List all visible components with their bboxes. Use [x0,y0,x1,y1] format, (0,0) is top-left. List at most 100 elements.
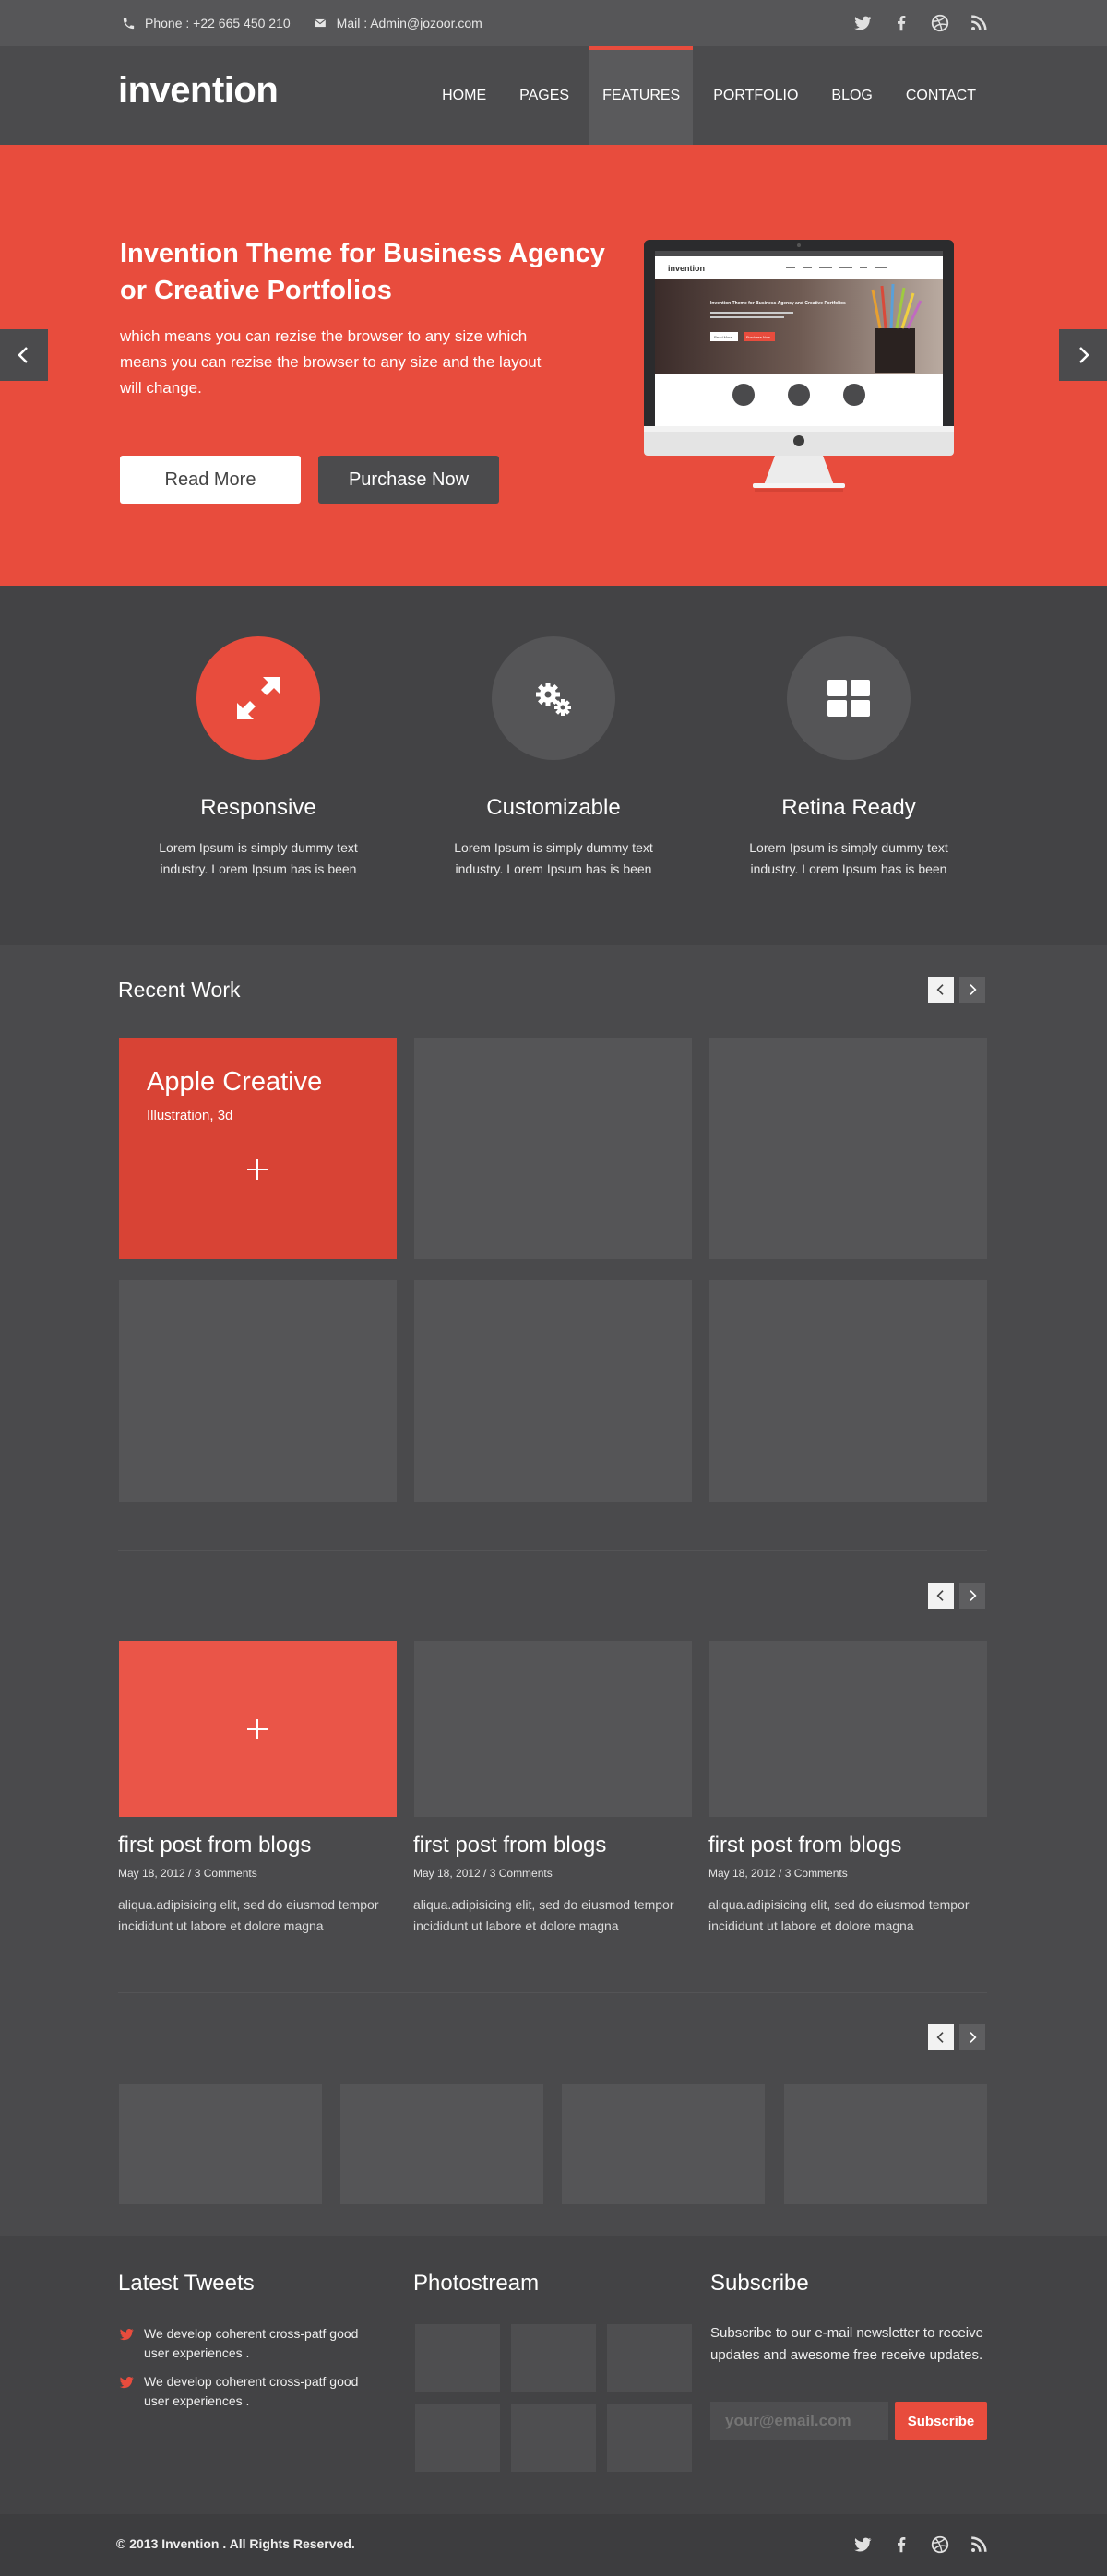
features-section: Responsive Lorem Ipsum is simply dummy t… [0,586,1107,945]
feature-text: Lorem Ipsum is simply dummy text industr… [159,840,358,876]
nav-features[interactable]: FEATURES [589,46,694,145]
footer-social-links [852,2534,989,2555]
twitter-icon[interactable] [852,2534,873,2555]
nav-home[interactable]: HOME [429,46,499,145]
feature-responsive: Responsive Lorem Ipsum is simply dummy t… [111,636,406,880]
slider-next-button[interactable] [1059,329,1107,381]
next-button[interactable] [959,977,985,1003]
work-item-featured[interactable]: Apple Creative Illustration, 3d [119,1038,397,1259]
rss-icon[interactable] [969,2534,989,2555]
slider-prev-button[interactable] [0,329,48,381]
prev-button[interactable] [928,977,954,1003]
photo-thumb[interactable] [607,2404,692,2472]
rss-icon[interactable] [969,13,989,33]
chevron-left-icon [934,982,948,997]
chevron-right-icon [1072,344,1094,366]
post-thumbnail[interactable] [414,1641,692,1817]
top-bar: Phone : +22 665 450 210 Mail : Admin@joz… [0,0,1107,46]
section-divider [118,1992,987,1993]
subscribe-button[interactable]: Subscribe [895,2402,987,2440]
feature-title: Customizable [486,795,621,820]
post-meta: May 18, 2012 / 3 Comments [118,1867,257,1880]
monitor-illustration: invention Invention Theme for Business A… [644,240,954,492]
nav-pages[interactable]: PAGES [506,46,582,145]
grid-icon [827,680,870,717]
feature-title: Responsive [200,795,316,820]
blog-pager [928,1583,985,1609]
work-item-category: Illustration, 3d [147,1108,233,1123]
plus-icon[interactable] [246,1718,268,1740]
client-logo[interactable] [119,2084,322,2204]
post-excerpt: aliqua.adipisicing elit, sed do eiusmod … [413,1897,674,1933]
section-divider [118,1550,987,1551]
tweet-text[interactable]: We develop coherent cross-patf good user… [144,2324,376,2363]
post-meta: May 18, 2012 / 3 Comments [708,1867,848,1880]
photo-thumb[interactable] [415,2404,500,2472]
twitter-bird-icon [118,2326,135,2343]
monitor-purchase: Purchase Now [746,335,770,339]
copyright-text: © 2013 Invention . All Rights Reserved. [116,2536,355,2551]
post-excerpt: aliqua.adipisicing elit, sed do eiusmod … [118,1897,379,1933]
work-item[interactable] [119,1280,397,1502]
site-logo[interactable]: invention [118,70,279,112]
work-item[interactable] [414,1280,692,1502]
photo-thumb[interactable] [511,2404,596,2472]
nav-contact[interactable]: CONTACT [893,46,989,145]
chevron-left-icon [934,1588,948,1603]
post-thumbnail[interactable] [709,1641,987,1817]
photostream-title: Photostream [413,2271,540,2296]
tweet-text[interactable]: We develop coherent cross-patf good user… [144,2372,376,2411]
email-input[interactable] [710,2402,888,2440]
recent-work-title: Recent Work [118,978,241,1002]
post-title[interactable]: first post from blogs [413,1833,606,1858]
chevron-left-icon [934,2030,948,2045]
prev-button[interactable] [928,2024,954,2050]
feature-icon-circle [787,636,911,760]
chevron-right-icon [965,982,980,997]
site-footer: Latest Tweets We develop coherent cross-… [0,2236,1107,2514]
twitter-icon[interactable] [852,13,873,33]
work-item[interactable] [414,1038,692,1259]
client-logo[interactable] [340,2084,543,2204]
next-button[interactable] [959,2024,985,2050]
gears-icon [536,683,571,716]
mail-info: Mail : Admin@jozoor.com [313,16,482,30]
client-logo[interactable] [562,2084,765,2204]
work-item[interactable] [709,1280,987,1502]
work-item-title: Apple Creative [147,1067,323,1097]
post-meta: May 18, 2012 / 3 Comments [413,1867,553,1880]
post-title[interactable]: first post from blogs [118,1833,311,1858]
mail-icon [313,17,327,30]
read-more-button[interactable]: Read More [120,456,301,504]
main-nav: HOME PAGES FEATURES PORTFOLIO BLOG CONTA… [422,46,989,145]
purchase-now-button[interactable]: Purchase Now [318,456,499,504]
site-header: invention HOME PAGES FEATURES PORTFOLIO … [0,46,1107,145]
tweets-title: Latest Tweets [118,2271,255,2296]
facebook-icon[interactable] [891,13,911,33]
twitter-bird-icon [118,2374,135,2391]
feature-retina: Retina Ready Lorem Ipsum is simply dummy… [701,636,996,880]
nav-portfolio[interactable]: PORTFOLIO [700,46,811,145]
next-button[interactable] [959,1583,985,1609]
feature-text: Lorem Ipsum is simply dummy text industr… [454,840,653,876]
work-item[interactable] [709,1038,987,1259]
photo-thumb[interactable] [511,2324,596,2392]
facebook-icon[interactable] [891,2534,911,2555]
photo-thumb[interactable] [607,2324,692,2392]
tweet-item: We develop coherent cross-patf good user… [118,2324,376,2363]
dribbble-icon[interactable] [930,13,950,33]
dribbble-icon[interactable] [930,2534,950,2555]
phone-icon [122,17,136,30]
plus-icon[interactable] [246,1158,268,1181]
clients-pager [928,2024,985,2050]
top-social-links [852,13,989,33]
prev-button[interactable] [928,1583,954,1609]
client-logo[interactable] [784,2084,987,2204]
mail-text: Mail : Admin@jozoor.com [336,16,482,30]
post-title[interactable]: first post from blogs [708,1833,901,1858]
nav-blog[interactable]: BLOG [818,46,885,145]
post-thumbnail[interactable] [119,1641,397,1817]
contact-info: Phone : +22 665 450 210 Mail : Admin@joz… [122,16,482,30]
photo-thumb[interactable] [415,2324,500,2392]
chevron-right-icon [965,1588,980,1603]
